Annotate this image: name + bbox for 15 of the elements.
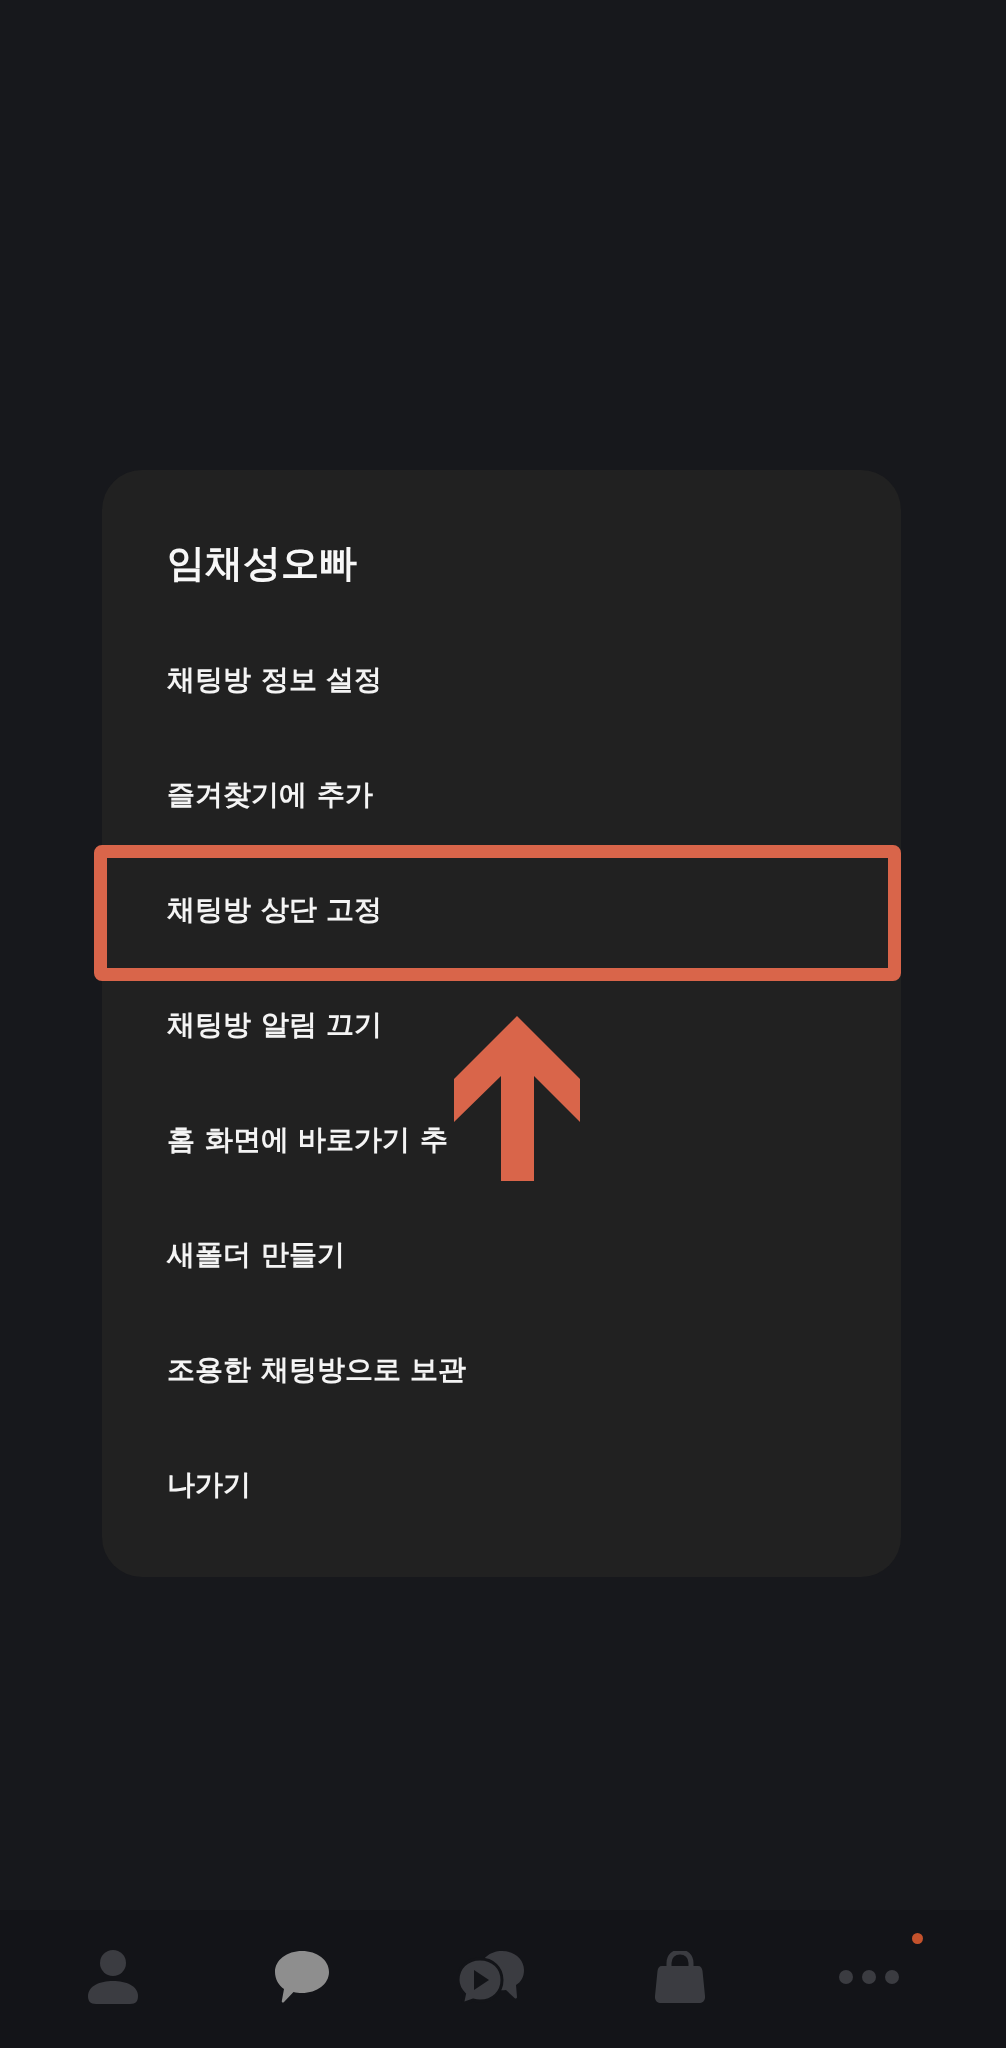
menu-item[interactable]: 채팅방 상단 고정 (167, 894, 383, 927)
speech-bubble-icon (274, 1951, 329, 2003)
menu-title: 임채성오빠 (167, 541, 357, 587)
more-dots-icon (838, 1970, 899, 1984)
menu-item[interactable]: 채팅방 알림 끄기 (167, 1009, 383, 1042)
person-icon (87, 1950, 138, 2004)
up-arrow-icon (454, 1016, 580, 1181)
menu-item[interactable]: 조용한 채팅방으로 보관 (167, 1354, 467, 1387)
shopping-bag-icon (654, 1951, 705, 2003)
chat-bubbles-play-icon (457, 1951, 524, 2003)
menu-item[interactable]: 새폴더 만들기 (167, 1239, 345, 1272)
menu-item[interactable]: 즐겨찾기에 추가 (167, 779, 373, 812)
menu-item[interactable]: 나가기 (167, 1469, 251, 1502)
menu-item[interactable]: 채팅방 정보 설정 (167, 664, 383, 697)
menu-item[interactable]: 홈 화면에 바로가기 추 (167, 1124, 449, 1157)
